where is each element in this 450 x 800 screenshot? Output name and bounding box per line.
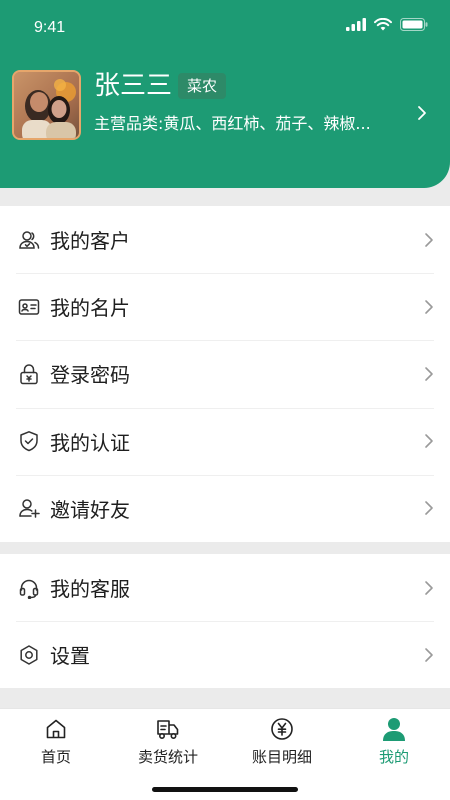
chevron-right-icon[interactable] (416, 104, 428, 122)
tab-label: 我的 (378, 748, 409, 766)
menu-item-label: 登录密码 (50, 363, 130, 388)
menu-item-customer-service[interactable]: 我的客服 (0, 554, 450, 621)
truck-icon (112, 715, 224, 743)
status-icons (346, 18, 428, 31)
tab-label: 账目明细 (251, 748, 312, 766)
chevron-right-icon (425, 501, 433, 516)
menu-item-login-password[interactable]: 登录密码 (0, 340, 450, 407)
menu-group-service: 我的客服 设置 (0, 554, 450, 688)
tab-mine[interactable]: 我的 (338, 715, 450, 771)
tab-label: 首页 (40, 748, 71, 766)
tab-account-details[interactable]: 账目明细 (226, 715, 338, 771)
avatar[interactable] (12, 70, 81, 140)
main-categories: 主营品类:黄瓜、西红柿、茄子、辣椒... (94, 114, 371, 133)
home-indicator (152, 787, 298, 792)
chevron-right-icon (425, 580, 433, 595)
chevron-right-icon (425, 647, 433, 662)
role-badge: 菜农 (178, 73, 227, 99)
lock-icon (17, 362, 41, 386)
menu-item-my-business-card[interactable]: 我的名片 (0, 273, 450, 340)
battery-icon (400, 18, 428, 31)
add-user-icon (17, 496, 41, 520)
menu-item-my-customers[interactable]: 我的客户 (0, 206, 450, 273)
cellular-signal-icon (346, 18, 366, 31)
tab-label: 卖货统计 (137, 748, 198, 766)
headset-icon (17, 576, 41, 600)
menu-item-my-verification[interactable]: 我的认证 (0, 407, 450, 475)
customers-icon (17, 228, 41, 252)
status-bar: 9:41 (0, 0, 450, 56)
chevron-right-icon (425, 367, 433, 381)
settings-icon (17, 643, 41, 667)
menu-item-label: 邀请好友 (50, 497, 130, 522)
home-icon (0, 715, 112, 743)
user-icon (338, 715, 450, 743)
menu-item-invite-friends[interactable]: 邀请好友 (0, 474, 450, 542)
tab-home[interactable]: 首页 (0, 715, 112, 771)
profile-header: 9:41 张三三 菜农 主营品类:黄瓜、西红柿、茄子、辣椒... (0, 0, 450, 188)
menu-item-label: 我的认证 (50, 430, 130, 455)
business-card-icon (17, 295, 41, 319)
tab-sales-stats[interactable]: 卖货统计 (112, 715, 224, 771)
wifi-icon (374, 18, 392, 31)
status-time: 9:41 (34, 19, 66, 36)
chevron-right-icon (425, 434, 433, 448)
menu-group-account: 我的客户 我的名片 登录密码 我的认证 邀请好友 (0, 206, 450, 542)
shield-check-icon (17, 429, 41, 453)
menu-item-label: 我的客服 (50, 577, 130, 601)
chevron-right-icon (425, 232, 433, 247)
user-name: 张三三 (94, 71, 173, 101)
avatar-photo (14, 72, 79, 138)
menu-item-settings[interactable]: 设置 (0, 621, 450, 688)
menu-item-label: 设置 (50, 644, 90, 668)
yen-icon (226, 715, 338, 743)
menu-item-label: 我的客户 (50, 229, 130, 254)
menu-item-label: 我的名片 (50, 296, 130, 321)
chevron-right-icon (425, 299, 433, 314)
